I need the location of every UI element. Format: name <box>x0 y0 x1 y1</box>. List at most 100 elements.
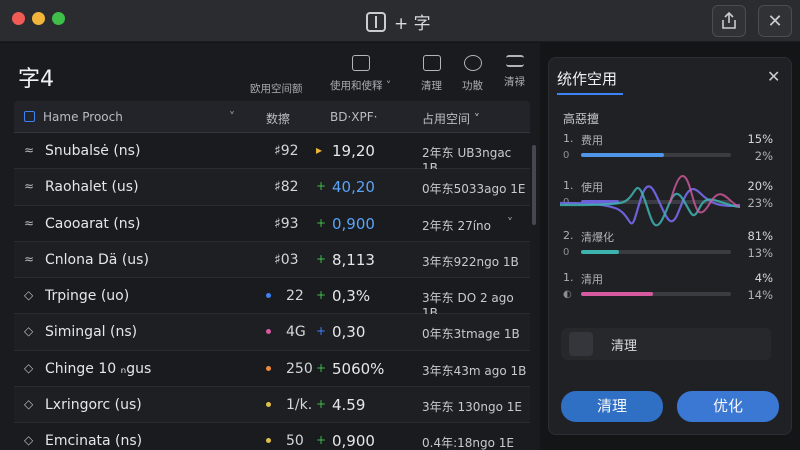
progress-fill <box>581 250 619 254</box>
trend-icon: ▸ <box>316 143 323 157</box>
trend-icon: + <box>316 215 327 230</box>
trend-icon: + <box>316 324 327 339</box>
table-body: ≈ Snubalsė (ns) ♯92 ▸ 19,20 2年东 UB3ngac 1B ≈ Ra… <box>14 133 530 450</box>
share-button[interactable] <box>712 5 746 37</box>
row-value: 0,3% <box>332 287 371 306</box>
row-value: 0,900 <box>332 214 375 233</box>
window-title-text: + 字 <box>394 14 431 34</box>
toolbar-label: 清禄 <box>504 76 525 88</box>
table-row[interactable]: ≈ Raohalet (us) ♯82 +40,20 0年东5033ago 1E <box>14 169 530 206</box>
row-count: ♯82 <box>274 179 299 196</box>
diamond-icon: ◇ <box>24 433 34 448</box>
zoom-window-button[interactable] <box>52 12 65 25</box>
row-count: 22 <box>286 288 304 305</box>
trend-icon: + <box>316 251 327 266</box>
progress-bar <box>581 250 731 254</box>
metric-label: 费用 <box>581 134 603 147</box>
status-dot <box>266 329 271 335</box>
column-header-space[interactable]: 占用空间 ˅ <box>422 110 480 127</box>
chart-icon <box>351 55 370 71</box>
tab-indicator <box>557 93 623 95</box>
status-dot <box>266 438 271 444</box>
row-space: 3年东922ngo 1B <box>422 254 519 269</box>
table-row[interactable]: ◇ Emcinata (ns) 50 +0,900 0.4年:18ngo 1E <box>14 423 530 450</box>
minimize-window-button[interactable] <box>32 12 45 25</box>
file-table: Hame Prooch ˅ 数擦 BD·XPF· 占用空间 ˅ ≈ Snubals… <box>14 101 530 450</box>
row-name: Caooarat (ns) <box>45 215 141 232</box>
metric-percent: 20% <box>747 179 773 193</box>
toolbar-usage-button[interactable]: 使用和使释 ˅ <box>330 55 391 93</box>
trend-icon: + <box>316 433 327 448</box>
scrollbar[interactable] <box>532 145 536 225</box>
row-count: ♯03 <box>274 251 299 268</box>
table-row[interactable]: ≈ Cnlona Dä (us) ♯03 +8,113 3年东922ngo 1B <box>14 241 530 279</box>
row-count: ♯93 <box>274 215 299 232</box>
row-space: 0.4年:18ngo 1E <box>422 436 514 450</box>
trend-icon: + <box>316 397 327 412</box>
chevron-down-icon[interactable]: ˅ <box>507 216 513 230</box>
row-space: 3年东 130ngo 1E <box>422 400 522 415</box>
main-panel: 字4 欧用空间额 使用和使释 ˅ 清理 功散 清禄 Hame Prooch ˅ … <box>0 43 540 450</box>
toolbar-layers-button[interactable]: 清禄 <box>504 55 525 89</box>
row-name: Cnlona Dä (us) <box>45 251 149 268</box>
table-row[interactable]: ≈ Snubalsė (ns) ♯92 ▸ 19,20 2年东 UB3ngac 1B <box>14 133 530 175</box>
row-name: Trpinge (uo) <box>45 288 130 305</box>
wave-icon: ≈ <box>24 215 35 230</box>
close-icon[interactable]: ✕ <box>767 67 780 86</box>
table-row[interactable]: ◇ Chinge 10 ₙgus 250 +5060% 3年东43m ago 1B <box>14 351 530 388</box>
progress-bar <box>581 153 731 157</box>
metric-percent: 4% <box>754 271 773 285</box>
row-value: 0,900 <box>332 432 375 450</box>
metric-secondary: 2% <box>754 149 773 163</box>
select-all-checkbox[interactable] <box>24 111 35 122</box>
diamond-icon: ◇ <box>24 288 34 303</box>
row-value: 5060% <box>332 359 385 378</box>
optimize-button[interactable]: 优化 <box>677 391 779 422</box>
row-space: 0年东5033ago 1E <box>422 182 526 197</box>
toolbar-refresh-button[interactable]: 功散 <box>462 55 483 93</box>
row-value: 40,20 <box>332 178 375 197</box>
wave-icon: ≈ <box>24 251 35 266</box>
table-row[interactable]: ◇ Lxringorc (us) 1/k. +4.59 3年东 130ngo 1E <box>14 387 530 424</box>
table-row[interactable]: ◇ Trpinge (uo) 22 +0,3% 3年东 DO 2 ago 1B <box>14 278 530 320</box>
row-count: ♯92 <box>274 143 299 159</box>
close-button[interactable]: ✕ <box>758 5 792 37</box>
side-panel: 统作空用 ✕ 高惡擅 1. 费用 15% 0 2% 1. 使用 20% 0 23% 2. 清爆化 81%… <box>548 57 792 435</box>
row-count: 1/k. <box>286 397 313 414</box>
page-title: 字4 <box>18 67 54 92</box>
share-icon <box>722 12 736 29</box>
toolbar-label: 清理 <box>421 80 442 92</box>
toolbar-label: 使用和使释 ˅ <box>330 80 392 92</box>
close-window-button[interactable] <box>12 12 25 25</box>
diamond-icon: ◇ <box>24 360 34 375</box>
clean-button[interactable]: 清理 <box>561 391 663 422</box>
trend-icon: + <box>316 360 327 375</box>
metric-item: 1. 清用 4% ◐ 14% <box>563 271 783 311</box>
row-count: 250 <box>286 360 313 377</box>
diamond-icon: ◇ <box>24 324 34 339</box>
metric-label: 清用 <box>581 273 603 286</box>
trend-icon: + <box>316 179 327 194</box>
metric-icon: 0 <box>563 150 570 161</box>
toolbar-label: 功散 <box>462 80 483 92</box>
table-header: Hame Prooch ˅ 数擦 BD·XPF· 占用空间 ˅ <box>14 101 530 133</box>
chevron-down-icon[interactable]: ˅ <box>229 110 235 124</box>
column-header-value[interactable]: BD·XPF· <box>330 110 377 124</box>
cleaner-item[interactable]: 清理 <box>561 328 771 360</box>
row-space: 3年东43m ago 1B <box>422 363 527 378</box>
trend-icon: + <box>316 288 327 303</box>
column-header-count[interactable]: 数擦 <box>266 110 290 127</box>
column-header-name[interactable]: Hame Prooch <box>43 110 123 124</box>
layers-icon <box>505 55 524 67</box>
tab-space[interactable]: 统作空用 <box>557 68 617 89</box>
row-name: Snubalsė (ns) <box>45 143 141 159</box>
progress-fill <box>581 292 653 296</box>
toolbar-space-button[interactable]: 欧用空间额 <box>250 81 303 96</box>
window-titlebar: + 字 ✕ <box>0 0 800 42</box>
section-title: 高惡擅 <box>563 112 600 126</box>
table-row[interactable]: ◇ Simingal (ns) 4G +0,30 0年东3tmage 1B <box>14 314 530 351</box>
row-name: Chinge 10 ₙgus <box>45 360 152 377</box>
table-row[interactable]: ≈ Caooarat (ns) ♯93 +0,900 2年东 27íno ˅ <box>14 206 530 242</box>
window-title: + 字 <box>366 9 431 34</box>
toolbar-clean-button[interactable]: 清理 <box>421 55 442 93</box>
